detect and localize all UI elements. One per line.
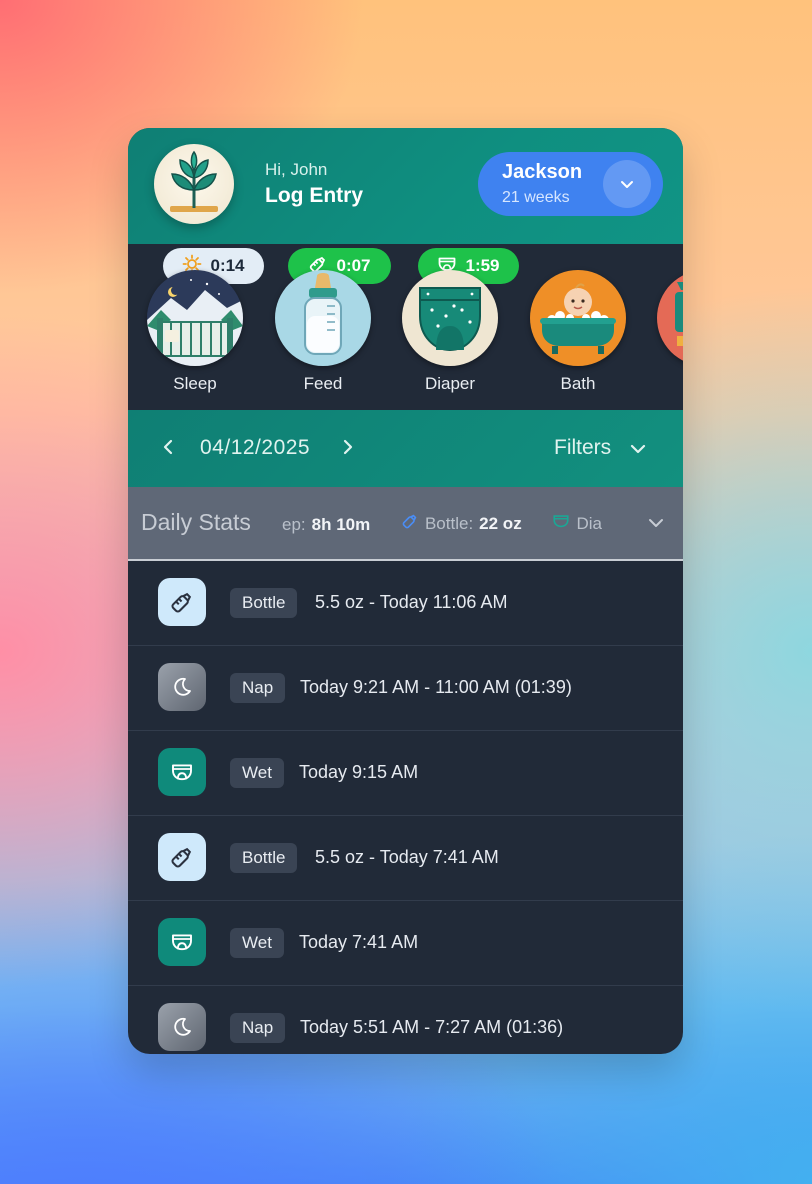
app-card: Hi, John Log Entry Jackson 21 weeks 0:14… [128,128,683,1054]
diaper-icon [158,748,206,796]
app-logo-icon [154,144,234,224]
moon-icon [158,663,206,711]
current-date[interactable]: 04/12/2025 [200,436,310,460]
chevron-down-icon[interactable] [628,439,648,464]
bottle-icon [158,833,206,881]
date-navigation-bar: 04/12/2025 Filters [128,410,683,487]
entry-text: Today 5:51 AM - 7:27 AM (01:36) [300,1017,564,1037]
chevron-left-icon[interactable] [156,435,180,459]
activity-diaper[interactable]: Diaper [402,270,498,394]
activity-label: Sleep [173,374,217,393]
stat-sleep-value: 8h 10m [311,515,371,534]
crib-icon [147,270,243,366]
greeting-text: Hi, John [265,160,328,179]
child-age: 21 weeks [502,189,570,206]
entry-tag: Nap [230,1013,286,1043]
activity-meals[interactable]: Meals [657,270,683,394]
diaper-icon [158,918,206,966]
entry-tag: Wet [230,758,284,788]
activity-label: Bath [560,374,596,393]
bottle-icon [158,578,206,626]
entry-text: Today 9:15 AM [299,762,419,782]
list-item[interactable]: Nap Today 5:51 AM - 7:27 AM (01:36) [128,986,683,1054]
diaper-icon [552,512,570,535]
chevron-down-icon[interactable] [646,513,666,538]
cloth-diaper-icon [402,270,498,366]
stat-bottle-label: Bottle: [424,513,474,533]
list-item[interactable]: Wet Today 7:41 AM [128,901,683,986]
entry-text: 5.5 oz - Today 11:06 AM [315,592,508,612]
stats-scroller[interactable]: ep: 8h 10m Bottle: 22 oz Dia [278,487,628,559]
filters-button[interactable]: Filters [554,436,611,460]
bathtub-icon [530,270,626,366]
meal-icon [657,270,683,366]
stat-sleep-label: ep: [282,515,306,534]
entry-text: Today 7:41 AM [299,932,419,952]
activity-label: Feed [303,374,343,393]
entry-text: 5.5 oz - Today 7:41 AM [315,847,499,867]
child-name: Jackson [502,161,583,183]
bottle-icon [401,512,419,535]
header: Hi, John Log Entry Jackson 21 weeks [128,128,683,244]
entry-tag: Bottle [230,843,298,873]
activity-sleep[interactable]: Sleep [147,270,243,394]
list-item[interactable]: Wet Today 9:15 AM [128,731,683,816]
stat-bottle: Bottle: 22 oz [401,512,522,535]
daily-stats-title: Daily Stats [141,509,251,535]
activity-strip[interactable]: 0:14 0:07 1:59 Sleep Feed Diaper Bath [128,244,683,410]
page-title: Log Entry [265,184,363,207]
daily-stats-bar: Daily Stats ep: 8h 10m Bottle: 22 oz Dia [128,487,683,561]
activity-bath[interactable]: Bath [530,270,626,394]
list-item[interactable]: Nap Today 9:21 AM - 11:00 AM (01:39) [128,646,683,731]
stat-bottle-value: 22 oz [479,513,522,533]
baby-bottle-icon [275,270,371,366]
entry-text: Today 9:21 AM - 11:00 AM (01:39) [300,677,572,697]
entry-tag: Bottle [230,588,298,618]
stat-sleep: ep: 8h 10m [282,515,370,535]
entry-list[interactable]: Bottle 5.5 oz - Today 11:06 AM Nap Today… [128,561,683,1054]
entry-tag: Wet [230,928,284,958]
entry-tag: Nap [230,673,286,703]
chevron-right-icon[interactable] [336,435,360,459]
activity-label: Diaper [424,374,476,393]
activity-label: Meals [657,374,683,394]
chevron-down-icon[interactable] [603,160,651,208]
list-item[interactable]: Bottle 5.5 oz - Today 11:06 AM [128,561,683,646]
list-item[interactable]: Bottle 5.5 oz - Today 7:41 AM [128,816,683,901]
moon-icon [158,1003,206,1051]
stat-diaper: Dia [552,512,602,535]
child-selector-button[interactable]: Jackson 21 weeks [478,152,663,216]
activity-feed[interactable]: Feed [275,270,371,394]
stat-diaper-label: Dia [576,513,602,533]
